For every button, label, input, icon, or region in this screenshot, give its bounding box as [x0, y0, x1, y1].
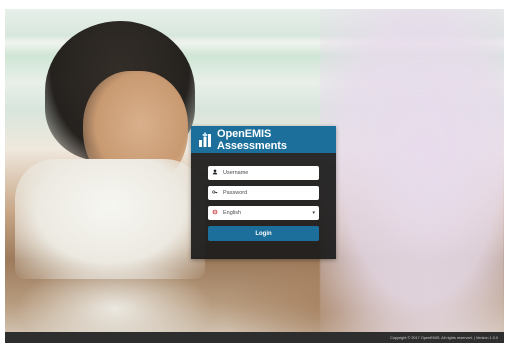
key-icon — [212, 189, 223, 197]
chevron-down-icon: ▾ — [312, 210, 315, 216]
password-placeholder: Password — [223, 190, 248, 196]
username-field[interactable]: Username — [208, 166, 319, 180]
openemis-logo-icon — [198, 132, 212, 148]
background-photo-shirt — [15, 159, 205, 279]
user-icon — [212, 169, 223, 177]
background-photo-blur — [320, 9, 504, 343]
language-value: English — [223, 210, 242, 216]
footer-text: Copyright © 2017 OpenEMIS. All rights re… — [390, 335, 498, 340]
language-select[interactable]: English ▾ — [208, 206, 319, 220]
password-field[interactable]: Password — [208, 186, 319, 200]
login-screen: OpenEMIS Assessments Username Password E… — [5, 9, 504, 343]
login-header: OpenEMIS Assessments — [191, 126, 336, 153]
login-button[interactable]: Login — [208, 226, 319, 241]
login-card: OpenEMIS Assessments Username Password E… — [191, 126, 336, 259]
app-title: OpenEMIS Assessments — [217, 127, 287, 152]
footer: Copyright © 2017 OpenEMIS. All rights re… — [5, 332, 504, 343]
globe-icon — [212, 209, 223, 217]
username-placeholder: Username — [223, 170, 249, 176]
login-form: Username Password English ▾ Login — [191, 153, 336, 241]
